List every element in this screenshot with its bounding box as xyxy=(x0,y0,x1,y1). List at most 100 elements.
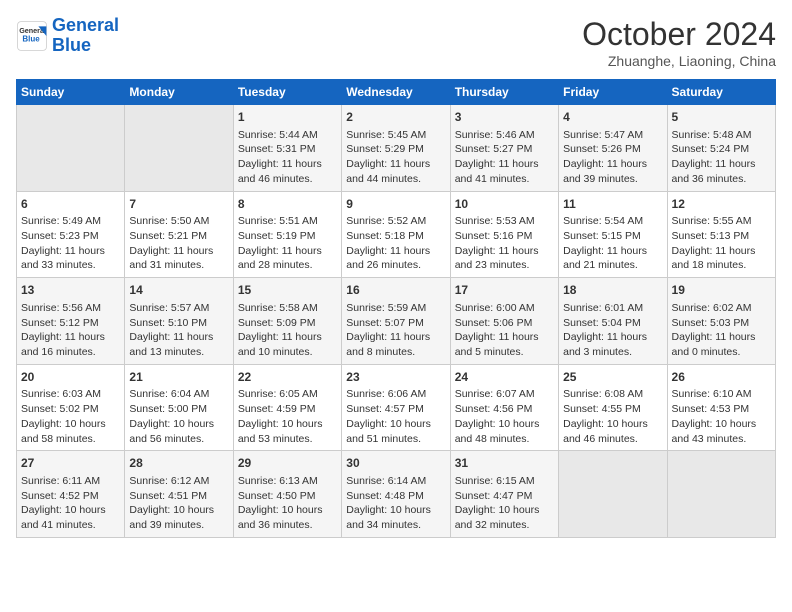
day-info: Daylight: 11 hours and 23 minutes. xyxy=(455,244,554,273)
calendar-week-4: 20Sunrise: 6:03 AMSunset: 5:02 PMDayligh… xyxy=(17,364,776,451)
day-info: Sunset: 5:12 PM xyxy=(21,316,120,331)
day-info: Sunset: 5:21 PM xyxy=(129,229,228,244)
day-info: Sunset: 5:00 PM xyxy=(129,402,228,417)
day-info: Sunset: 4:52 PM xyxy=(21,489,120,504)
logo-icon: General Blue xyxy=(16,20,48,52)
day-info: Sunset: 5:18 PM xyxy=(346,229,445,244)
day-info: Sunrise: 6:03 AM xyxy=(21,387,120,402)
day-info: Sunrise: 6:04 AM xyxy=(129,387,228,402)
calendar-cell: 25Sunrise: 6:08 AMSunset: 4:55 PMDayligh… xyxy=(559,364,667,451)
logo-text: General Blue xyxy=(52,16,119,56)
day-info: Sunrise: 6:00 AM xyxy=(455,301,554,316)
calendar-cell: 11Sunrise: 5:54 AMSunset: 5:15 PMDayligh… xyxy=(559,191,667,278)
calendar-cell: 4Sunrise: 5:47 AMSunset: 5:26 PMDaylight… xyxy=(559,105,667,192)
day-info: Sunrise: 5:56 AM xyxy=(21,301,120,316)
calendar-week-5: 27Sunrise: 6:11 AMSunset: 4:52 PMDayligh… xyxy=(17,451,776,538)
day-info: Sunrise: 6:06 AM xyxy=(346,387,445,402)
day-info: Daylight: 11 hours and 5 minutes. xyxy=(455,330,554,359)
day-info: Sunset: 4:55 PM xyxy=(563,402,662,417)
weekday-header-wednesday: Wednesday xyxy=(342,80,450,105)
day-info: Sunset: 5:29 PM xyxy=(346,142,445,157)
day-info: Daylight: 10 hours and 41 minutes. xyxy=(21,503,120,532)
day-number: 5 xyxy=(672,109,771,126)
day-info: Sunset: 4:51 PM xyxy=(129,489,228,504)
day-info: Sunrise: 6:13 AM xyxy=(238,474,337,489)
day-info: Sunset: 4:47 PM xyxy=(455,489,554,504)
calendar-cell: 9Sunrise: 5:52 AMSunset: 5:18 PMDaylight… xyxy=(342,191,450,278)
calendar-cell: 8Sunrise: 5:51 AMSunset: 5:19 PMDaylight… xyxy=(233,191,341,278)
day-info: Sunrise: 5:47 AM xyxy=(563,128,662,143)
title-block: October 2024 Zhuanghe, Liaoning, China xyxy=(582,16,776,69)
day-number: 1 xyxy=(238,109,337,126)
day-info: Daylight: 10 hours and 48 minutes. xyxy=(455,417,554,446)
day-info: Sunset: 4:57 PM xyxy=(346,402,445,417)
calendar-cell: 20Sunrise: 6:03 AMSunset: 5:02 PMDayligh… xyxy=(17,364,125,451)
day-info: Sunrise: 5:51 AM xyxy=(238,214,337,229)
day-info: Daylight: 11 hours and 41 minutes. xyxy=(455,157,554,186)
day-info: Daylight: 11 hours and 3 minutes. xyxy=(563,330,662,359)
day-info: Sunset: 4:56 PM xyxy=(455,402,554,417)
page-header: General Blue General Blue October 2024 Z… xyxy=(16,16,776,69)
day-info: Sunrise: 6:08 AM xyxy=(563,387,662,402)
day-number: 10 xyxy=(455,196,554,213)
day-info: Daylight: 11 hours and 10 minutes. xyxy=(238,330,337,359)
day-number: 4 xyxy=(563,109,662,126)
day-info: Daylight: 10 hours and 36 minutes. xyxy=(238,503,337,532)
day-info: Sunrise: 5:52 AM xyxy=(346,214,445,229)
calendar-cell xyxy=(559,451,667,538)
calendar-cell: 24Sunrise: 6:07 AMSunset: 4:56 PMDayligh… xyxy=(450,364,558,451)
location-subtitle: Zhuanghe, Liaoning, China xyxy=(582,53,776,69)
day-number: 11 xyxy=(563,196,662,213)
weekday-header-thursday: Thursday xyxy=(450,80,558,105)
day-info: Daylight: 11 hours and 21 minutes. xyxy=(563,244,662,273)
day-number: 18 xyxy=(563,282,662,299)
weekday-header-row: SundayMondayTuesdayWednesdayThursdayFrid… xyxy=(17,80,776,105)
weekday-header-saturday: Saturday xyxy=(667,80,775,105)
calendar-cell: 29 Sunrise: 6:13 AMSunset: 4:50 PMDayligh… xyxy=(233,451,341,538)
day-number: 23 xyxy=(346,369,445,386)
day-number: 25 xyxy=(563,369,662,386)
day-info: Sunrise: 5:58 AM xyxy=(238,301,337,316)
day-number: 3 xyxy=(455,109,554,126)
day-info: Sunrise: 6:02 AM xyxy=(672,301,771,316)
day-info: Daylight: 10 hours and 39 minutes. xyxy=(129,503,228,532)
day-info: Daylight: 10 hours and 46 minutes. xyxy=(563,417,662,446)
calendar-cell xyxy=(667,451,775,538)
day-info: Daylight: 10 hours and 34 minutes. xyxy=(346,503,445,532)
day-number: 9 xyxy=(346,196,445,213)
calendar-cell xyxy=(17,105,125,192)
day-info: Daylight: 11 hours and 8 minutes. xyxy=(346,330,445,359)
weekday-header-monday: Monday xyxy=(125,80,233,105)
day-info: Daylight: 11 hours and 36 minutes. xyxy=(672,157,771,186)
day-info: Daylight: 10 hours and 32 minutes. xyxy=(455,503,554,532)
weekday-header-tuesday: Tuesday xyxy=(233,80,341,105)
day-info: Daylight: 11 hours and 46 minutes. xyxy=(238,157,337,186)
calendar-cell xyxy=(125,105,233,192)
calendar-cell: 19Sunrise: 6:02 AMSunset: 5:03 PMDayligh… xyxy=(667,278,775,365)
day-number: 8 xyxy=(238,196,337,213)
calendar-cell: 7Sunrise: 5:50 AMSunset: 5:21 PMDaylight… xyxy=(125,191,233,278)
calendar-cell: 31Sunrise: 6:15 AMSunset: 4:47 PMDayligh… xyxy=(450,451,558,538)
day-info: Daylight: 11 hours and 0 minutes. xyxy=(672,330,771,359)
day-info: Sunset: 5:06 PM xyxy=(455,316,554,331)
day-info: Sunset: 5:13 PM xyxy=(672,229,771,244)
day-info: Sunset: 5:31 PM xyxy=(238,142,337,157)
day-info: Sunset: 4:48 PM xyxy=(346,489,445,504)
calendar-week-1: 1Sunrise: 5:44 AMSunset: 5:31 PMDaylight… xyxy=(17,105,776,192)
day-info: Sunrise: 5:48 AM xyxy=(672,128,771,143)
calendar-table: SundayMondayTuesdayWednesdayThursdayFrid… xyxy=(16,79,776,538)
day-info: Sunset: 4:50 PM xyxy=(238,489,337,504)
logo-line1: General xyxy=(52,15,119,35)
day-number: 22 xyxy=(238,369,337,386)
day-info: Sunset: 5:07 PM xyxy=(346,316,445,331)
day-number: 14 xyxy=(129,282,228,299)
calendar-cell: 14Sunrise: 5:57 AMSunset: 5:10 PMDayligh… xyxy=(125,278,233,365)
day-number: 29 xyxy=(238,455,337,472)
day-number: 19 xyxy=(672,282,771,299)
day-number: 21 xyxy=(129,369,228,386)
day-number: 7 xyxy=(129,196,228,213)
day-info: Sunrise: 5:53 AM xyxy=(455,214,554,229)
day-info: Sunset: 5:24 PM xyxy=(672,142,771,157)
weekday-header-sunday: Sunday xyxy=(17,80,125,105)
day-info: Daylight: 11 hours and 39 minutes. xyxy=(563,157,662,186)
